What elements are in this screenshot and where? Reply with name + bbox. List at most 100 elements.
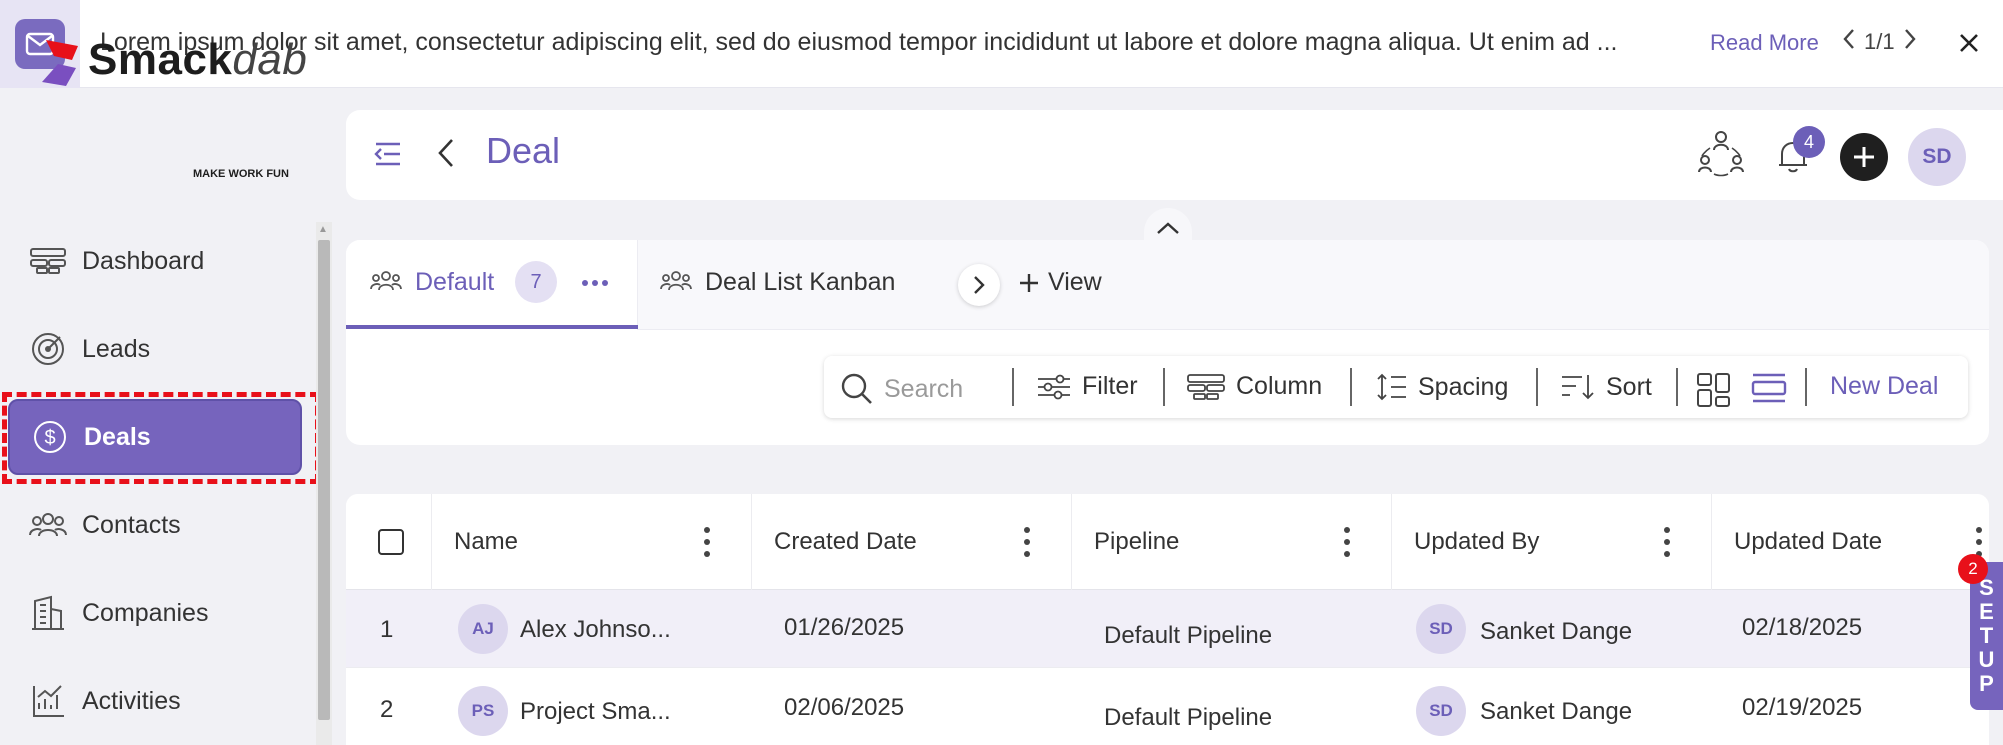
filter-sliders-icon [1038, 374, 1070, 399]
active-tab-indicator [346, 325, 638, 329]
tab-count-badge: 7 [515, 261, 557, 303]
select-all-checkbox[interactable] [378, 529, 404, 555]
user-avatar[interactable]: SD [1908, 128, 1966, 186]
tab-deal-list-kanban[interactable]: Deal List Kanban [705, 268, 895, 297]
dashboard-icon [28, 241, 68, 281]
deal-name-link[interactable]: Alex Johnso... [520, 616, 671, 644]
people-icon [660, 268, 692, 294]
column-header-updated-date[interactable]: Updated Date [1712, 494, 1989, 590]
column-header-name[interactable]: Name [432, 494, 752, 590]
banner-pager: 1/1 [1842, 28, 1917, 56]
people-icon [370, 268, 402, 294]
target-icon [28, 329, 68, 369]
sidebar-scrollbar-thumb[interactable] [318, 240, 330, 720]
banner-close-icon[interactable] [1954, 28, 1984, 58]
columns-icon [1187, 373, 1225, 400]
row-index: 1 [380, 616, 394, 643]
created-date: 01/26/2025 [784, 614, 905, 641]
sidebar-item-deals[interactable]: $ Deals [8, 399, 302, 475]
spacing-label: Spacing [1418, 372, 1509, 401]
add-button[interactable] [1840, 133, 1888, 181]
tab-more-icon[interactable] [580, 268, 610, 298]
select-all-cell [346, 494, 432, 590]
brand-tagline: MAKE WORK FUN [193, 168, 289, 180]
row-index: 2 [380, 696, 394, 723]
column-menu-icon[interactable] [1974, 527, 1984, 557]
toolbar-divider [1163, 368, 1165, 406]
created-date: 02/06/2025 [784, 694, 905, 721]
column-header-pipeline[interactable]: Pipeline [1072, 494, 1392, 590]
top-header [346, 110, 2003, 200]
toolbar-divider [1012, 368, 1014, 406]
toolbar-divider [1805, 368, 1807, 406]
brand-logo[interactable]: Smackdab [38, 38, 307, 88]
table-row[interactable]: 2 PS Project Sma... 02/06/2025 Default P… [346, 668, 1989, 745]
activity-chart-icon [28, 681, 68, 721]
sidebar-item-contacts[interactable]: Contacts [8, 487, 302, 563]
sidebar-item-label: Dashboard [82, 246, 205, 275]
avatar: PS [458, 686, 508, 736]
filter-label: Filter [1082, 372, 1138, 400]
new-deal-button[interactable]: New Deal [1830, 372, 1938, 401]
sidebar-item-activities[interactable]: Activities [8, 663, 302, 739]
filter-button[interactable]: Filter [1036, 372, 1138, 401]
column-menu-icon[interactable] [702, 527, 712, 557]
column-menu-icon[interactable] [1342, 527, 1352, 557]
toolbar-divider [1676, 368, 1678, 406]
column-menu-icon[interactable] [1662, 527, 1672, 557]
banner-message: Lorem ipsum dolor sit amet, consectetur … [100, 28, 1618, 56]
spacing-button[interactable]: Spacing [1376, 372, 1508, 402]
deals-table: Name Created Date Pipeline Updated By Up… [346, 494, 1989, 745]
deal-name-link[interactable]: Project Sma... [520, 698, 671, 726]
banner-read-more-link[interactable]: Read More [1710, 30, 1819, 56]
brand-name: Smackdab [88, 35, 308, 84]
updated-date: 02/19/2025 [1742, 694, 1863, 721]
sort-button[interactable]: Sort [1560, 372, 1652, 402]
list-view-button[interactable] [1750, 372, 1788, 404]
column-header-updated-by[interactable]: Updated By [1392, 494, 1712, 590]
updated-by: Sanket Dange [1480, 698, 1633, 725]
toolbar-divider [1536, 368, 1538, 406]
search-input[interactable]: Search [840, 372, 963, 406]
people-icon [28, 505, 68, 545]
sidebar-item-dashboard[interactable]: Dashboard [8, 223, 302, 299]
tab-default-label: Default [415, 268, 495, 296]
updated-date: 02/18/2025 [1742, 614, 1863, 641]
sidebar-item-leads[interactable]: Leads [8, 311, 302, 387]
grid-view-button[interactable] [1696, 372, 1732, 408]
avatar: SD [1416, 686, 1466, 736]
grid-view-icon [1697, 373, 1730, 407]
sidebar-item-label: Leads [82, 334, 151, 363]
back-chevron-icon[interactable] [432, 136, 460, 170]
dollar-circle-icon: $ [30, 417, 70, 457]
column-menu-icon[interactable] [1022, 527, 1032, 557]
column-header-created-date[interactable]: Created Date [752, 494, 1072, 590]
pager-prev-icon[interactable] [1842, 28, 1856, 56]
table-row[interactable]: 1 AJ Alex Johnso... 01/26/2025 Default P… [346, 590, 1989, 668]
line-spacing-icon [1377, 373, 1406, 401]
avatar: AJ [458, 604, 508, 654]
add-view-button[interactable]: View [1018, 268, 1102, 297]
sidebar-item-label: Activities [82, 686, 181, 715]
team-network-icon[interactable] [1696, 128, 1746, 178]
search-icon [841, 373, 872, 404]
scroll-up-icon[interactable]: ▲ [318, 224, 328, 235]
tabs-scroll-next-button[interactable] [958, 264, 1000, 306]
pager-next-icon[interactable] [1903, 28, 1917, 56]
menu-collapse-icon[interactable] [372, 138, 404, 170]
pipeline: Default Pipeline [1104, 622, 1273, 649]
sort-icon [1562, 375, 1594, 400]
sidebar-item-companies[interactable]: Companies [8, 575, 302, 651]
sidebar-item-label: Companies [82, 598, 209, 627]
table-header-row: Name Created Date Pipeline Updated By Up… [346, 494, 1989, 590]
column-button[interactable]: Column [1186, 372, 1322, 401]
pipeline: Default Pipeline [1104, 704, 1273, 731]
setup-widget-tab[interactable]: S E T U P [1970, 562, 2003, 710]
column-label: Column [1236, 372, 1323, 400]
svg-text:$: $ [44, 427, 55, 449]
building-icon [28, 593, 68, 633]
plus-icon [1854, 147, 1874, 167]
pager-count: 1/1 [1864, 29, 1895, 54]
plus-icon [1020, 273, 1038, 292]
notification-badge: 4 [1793, 126, 1825, 158]
